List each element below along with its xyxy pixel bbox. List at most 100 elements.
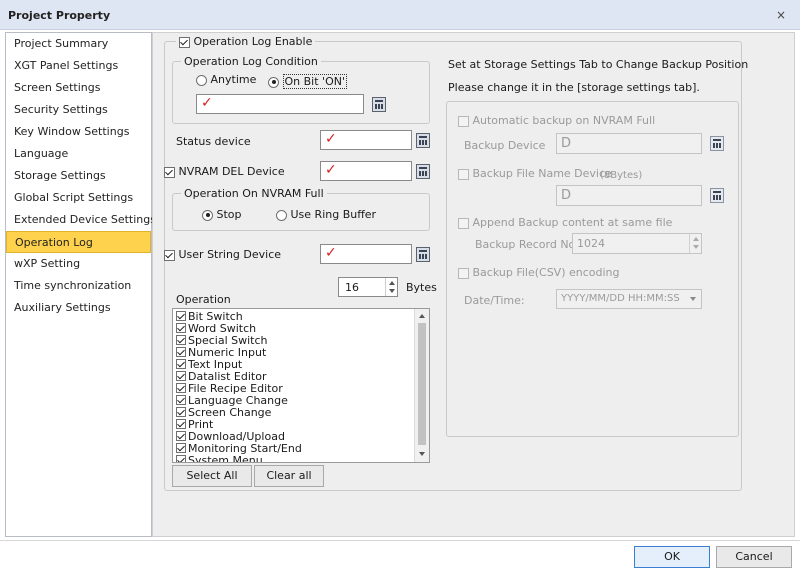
clear-all-button[interactable]: Clear all bbox=[254, 465, 324, 487]
auto-backup-checkbox[interactable] bbox=[458, 115, 469, 127]
operation-checkbox[interactable] bbox=[176, 455, 186, 462]
nvram-full-title: Operation On NVRAM Full bbox=[181, 187, 327, 200]
nvram-del-device-label: NVRAM DEL Device bbox=[178, 165, 285, 178]
spin-down-icon bbox=[693, 245, 699, 249]
file-name-device-label: Backup File Name Device bbox=[472, 167, 612, 180]
ok-button[interactable]: OK bbox=[634, 546, 710, 568]
record-no-spinner bbox=[689, 234, 701, 253]
nav-item-global-script-settings[interactable]: Global Script Settings bbox=[6, 187, 151, 209]
scroll-down-icon[interactable] bbox=[419, 452, 425, 456]
operation-checkbox[interactable] bbox=[176, 395, 186, 405]
operation-checkbox[interactable] bbox=[176, 347, 186, 357]
required-check-icon: ✓ bbox=[325, 131, 337, 147]
backup-info-line1: Set at Storage Settings Tab to Change Ba… bbox=[448, 58, 749, 71]
file-name-device-field: D bbox=[556, 185, 702, 206]
list-item[interactable]: System Menu bbox=[176, 455, 263, 462]
onbit-label: On Bit 'ON' bbox=[282, 74, 347, 89]
operation-list-scrollbar[interactable] bbox=[414, 309, 429, 462]
record-no-label: Backup Record No.: bbox=[475, 238, 583, 251]
file-name-device-option[interactable]: Backup File Name Device bbox=[458, 167, 612, 180]
status-device-calculator-icon[interactable] bbox=[416, 133, 430, 148]
nav-item-storage-settings[interactable]: Storage Settings bbox=[6, 165, 151, 187]
condition-device-field[interactable]: ✓ bbox=[196, 94, 364, 114]
nvram-del-device-calculator-icon[interactable] bbox=[416, 164, 430, 179]
spin-down-icon[interactable] bbox=[389, 289, 395, 293]
footer-divider bbox=[0, 540, 800, 541]
file-name-device-checkbox[interactable] bbox=[458, 168, 469, 180]
nvram-del-device-field[interactable]: ✓ bbox=[320, 161, 412, 181]
spin-up-icon[interactable] bbox=[389, 281, 395, 285]
user-string-device-calculator-icon[interactable] bbox=[416, 247, 430, 262]
nvram-del-device-checkbox[interactable] bbox=[164, 166, 175, 178]
operation-label: Operation bbox=[176, 293, 231, 306]
record-no-value: 1024 bbox=[577, 237, 605, 250]
nav-item-screen-settings[interactable]: Screen Settings bbox=[6, 77, 151, 99]
window-title: Project Property bbox=[8, 9, 111, 22]
spin-up-icon bbox=[693, 237, 699, 241]
stop-radio[interactable]: Stop bbox=[202, 208, 242, 221]
stop-radio-button[interactable] bbox=[202, 209, 213, 221]
operation-checkbox[interactable] bbox=[176, 419, 186, 429]
nav-item-operation-log[interactable]: Operation Log bbox=[6, 231, 151, 253]
auto-backup-option[interactable]: Automatic backup on NVRAM Full bbox=[458, 114, 655, 127]
operation-checkbox[interactable] bbox=[176, 311, 186, 321]
bytes-stepper[interactable]: 16 bbox=[338, 277, 398, 297]
nav-item-extended-device-settings[interactable]: Extended Device Settings bbox=[6, 209, 156, 231]
append-backup-checkbox[interactable] bbox=[458, 217, 469, 229]
required-check-icon: ✓ bbox=[201, 95, 213, 111]
anytime-label: Anytime bbox=[210, 73, 257, 86]
nav-item-project-summary[interactable]: Project Summary bbox=[6, 33, 151, 55]
cancel-button[interactable]: Cancel bbox=[716, 546, 792, 568]
append-backup-option[interactable]: Append Backup content at same file bbox=[458, 216, 672, 229]
required-check-icon: ✓ bbox=[325, 245, 337, 261]
operation-checkbox[interactable] bbox=[176, 443, 186, 453]
status-device-field[interactable]: ✓ bbox=[320, 130, 412, 150]
backup-device-field: D bbox=[556, 133, 702, 154]
user-string-device-field[interactable]: ✓ bbox=[320, 244, 412, 264]
close-icon[interactable]: × bbox=[772, 6, 790, 24]
operation-log-enable-label: Operation Log Enable bbox=[193, 35, 313, 48]
user-string-device-label: User String Device bbox=[178, 248, 282, 261]
datetime-label: Date/Time: bbox=[464, 294, 525, 307]
nav-item-xgt-panel-settings[interactable]: XGT Panel Settings bbox=[6, 55, 151, 77]
ring-buffer-radio[interactable]: Use Ring Buffer bbox=[276, 208, 376, 221]
operation-checkbox[interactable] bbox=[176, 407, 186, 417]
csv-encoding-option[interactable]: Backup File(CSV) encoding bbox=[458, 266, 620, 279]
condition-device-calculator-icon[interactable] bbox=[372, 97, 386, 112]
operation-checkbox[interactable] bbox=[176, 431, 186, 441]
select-all-button[interactable]: Select All bbox=[172, 465, 252, 487]
stop-label: Stop bbox=[216, 208, 242, 221]
user-string-device-option[interactable]: User String Device bbox=[164, 248, 281, 261]
onbit-radio[interactable]: On Bit 'ON' bbox=[268, 74, 347, 89]
scroll-thumb[interactable] bbox=[418, 323, 426, 445]
operation-checkbox[interactable] bbox=[176, 371, 186, 381]
log-condition-group bbox=[172, 61, 430, 124]
bytes-spinner bbox=[385, 278, 397, 296]
onbit-radio-button[interactable] bbox=[268, 76, 279, 88]
nav-item-auxiliary-settings[interactable]: Auxiliary Settings bbox=[6, 297, 151, 319]
scroll-up-icon[interactable] bbox=[419, 314, 425, 318]
nvram-del-device-option[interactable]: NVRAM DEL Device bbox=[164, 165, 285, 178]
operation-checkbox[interactable] bbox=[176, 335, 186, 345]
operation-checkbox[interactable] bbox=[176, 383, 186, 393]
backup-device-calculator-icon bbox=[710, 136, 724, 151]
csv-encoding-label: Backup File(CSV) encoding bbox=[472, 266, 620, 279]
nav-item-key-window-settings[interactable]: Key Window Settings bbox=[6, 121, 151, 143]
operation-list[interactable]: Bit Switch Word Switch Special Switch Nu… bbox=[172, 308, 430, 463]
anytime-radio-button[interactable] bbox=[196, 74, 207, 86]
datetime-format-value: YYYY/MM/DD HH:MM:SS bbox=[561, 293, 680, 304]
nav-item-wxp-setting[interactable]: wXP Setting bbox=[6, 253, 151, 275]
operation-log-enable-checkbox[interactable] bbox=[179, 36, 190, 48]
anytime-radio[interactable]: Anytime bbox=[196, 73, 256, 86]
user-string-device-checkbox[interactable] bbox=[164, 249, 175, 261]
operation-checkbox[interactable] bbox=[176, 323, 186, 333]
log-condition-title: Operation Log Condition bbox=[181, 55, 321, 68]
file-name-device-calculator-icon bbox=[710, 188, 724, 203]
nav-item-security-settings[interactable]: Security Settings bbox=[6, 99, 151, 121]
operation-checkbox[interactable] bbox=[176, 359, 186, 369]
csv-encoding-checkbox[interactable] bbox=[458, 267, 469, 279]
nav-item-language[interactable]: Language bbox=[6, 143, 151, 165]
ring-buffer-radio-button[interactable] bbox=[276, 209, 287, 221]
backup-device-value: D bbox=[561, 136, 572, 151]
nav-item-time-synchronization[interactable]: Time synchronization bbox=[6, 275, 151, 297]
